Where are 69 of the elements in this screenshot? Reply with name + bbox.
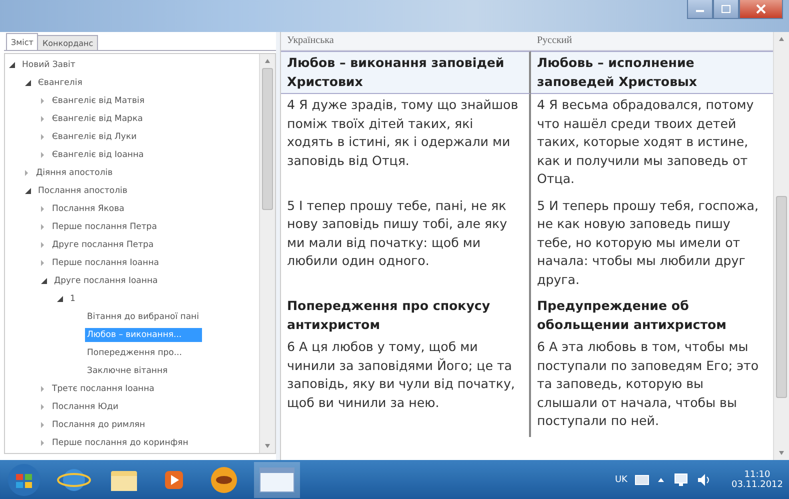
tree-item[interactable]: Послання Юди [50,401,120,413]
collapsed-arrow-icon[interactable] [41,386,45,392]
collapsed-arrow-icon[interactable] [41,134,45,140]
collapsed-arrow-icon[interactable] [41,440,45,446]
column-header[interactable]: Русский [531,32,773,50]
collapsed-arrow-icon[interactable] [41,242,45,248]
expanded-arrow-icon[interactable] [41,278,47,284]
network-icon[interactable] [673,472,690,486]
collapsed-arrow-icon[interactable] [41,152,45,158]
collapsed-arrow-icon[interactable] [41,116,45,122]
tree-item[interactable]: Послання Якова [50,203,126,215]
collapsed-arrow-icon[interactable] [41,260,45,266]
close-icon [756,4,766,14]
verse-text: 4 Я дуже зрадів, тому що знайшов поміж твоїх дітей таких, які ходять в істині, як і одержали ми заповідь від Отця. [281,94,531,194]
verse-text: 6 А эта любовь в том, чтобы мы поступали по заповедям Его; это та заповедь, которую вы слышали от начала, чтобы вы поступали по ней. [536,338,760,430]
tree-item[interactable]: Новий Завіт [20,59,78,71]
language-indicator[interactable]: UK [614,474,628,484]
expanded-arrow-icon[interactable] [9,62,15,68]
window-icon[interactable] [254,462,300,498]
clock-time[interactable]: 11:10 [744,470,770,480]
section-heading: Попередження про спокусу антихристом [281,295,531,336]
collapsed-arrow-icon[interactable] [41,422,45,428]
tree-item[interactable]: Попередження про... [85,347,184,359]
tree-item[interactable]: Діяння апостолів [34,167,115,179]
section-heading: Любов – виконання заповідей Христових [281,51,531,94]
verse-text: 5 І тепер прошу тебе, пані, не як нову заповідь пишу тобі, але яку ми мали від початку: щоб ми любили один одного. [281,194,531,295]
tree-item[interactable]: Євангелія [36,77,84,89]
tree-item[interactable]: Євангеліє від Іоанна [50,149,146,161]
tree-item[interactable]: Послання апостолів [36,185,130,197]
column-header[interactable]: Українська [281,32,531,50]
minimize-button[interactable] [687,0,713,19]
tree-item[interactable]: Євангеліє від Марка [50,113,145,125]
tree-item[interactable]: Перше послання Іоанна [50,257,161,269]
maximize-button[interactable] [713,0,739,19]
tree-item[interactable]: Вітання до вибраної пані [85,311,201,323]
tree-item[interactable]: Послання до римлян [50,419,148,431]
section-heading: Предупреждение об обольщении антихристом [536,297,728,334]
tree-item[interactable]: Перше послання до коринфян [50,437,190,449]
expanded-arrow-icon[interactable] [57,296,63,302]
collapsed-arrow-icon[interactable] [41,404,45,410]
tree-item[interactable]: Євангеліє від Луки [50,131,139,143]
tree-item[interactable]: 1 [68,293,78,305]
section-heading: Любовь – исполнение заповедей Христовых [531,51,773,94]
scrollbar[interactable] [259,54,275,453]
expanded-arrow-icon[interactable] [25,188,31,194]
scroll-thumb[interactable] [776,196,787,398]
keyboard-icon[interactable] [635,474,650,484]
verse-text: 5 И теперь прошу тебя, госпожа, не как новую заповедь пишу тебе, но которую мы имели от начала: чтобы мы любили друг друга. [536,196,760,289]
scroll-thumb[interactable] [262,68,273,210]
close-button[interactable] [739,0,783,19]
maximize-icon [721,5,731,13]
tray-arrow-icon[interactable] [657,476,666,484]
tab[interactable]: Конкорданс [37,35,98,50]
tree-item[interactable]: Друге послання Петра [50,239,156,251]
tab[interactable]: Зміст [6,33,38,50]
collapsed-arrow-icon[interactable] [41,224,45,230]
verse-text: 4 Я весьма обрадовался, потому что нашёл среди твоих детей таких, которые ходят в истине, как и получили мы заповедь от Отца. [536,96,755,188]
tree-item[interactable]: Перше послання Петра [50,221,159,233]
tree-item[interactable]: Третє послання Іоанна [50,383,156,395]
tree-item[interactable]: Друге послання Іоанна [52,275,160,287]
collapsed-arrow-icon[interactable] [25,170,29,176]
expanded-arrow-icon[interactable] [25,80,31,86]
tree-item[interactable]: Євангеліє від Матвія [50,95,146,107]
collapsed-arrow-icon[interactable] [41,98,45,104]
tree-item[interactable]: Заключне вітання [85,365,170,377]
collapsed-arrow-icon[interactable] [41,206,45,212]
verse-text: 6 А ця любов у тому, щоб ми чинили за заповідями Його; це та заповідь, яку ви чули від початку, щоб ви чинили за нею. [281,336,531,436]
clock-date[interactable]: 03.11.2012 [731,480,783,490]
scrollbar[interactable] [773,32,789,460]
